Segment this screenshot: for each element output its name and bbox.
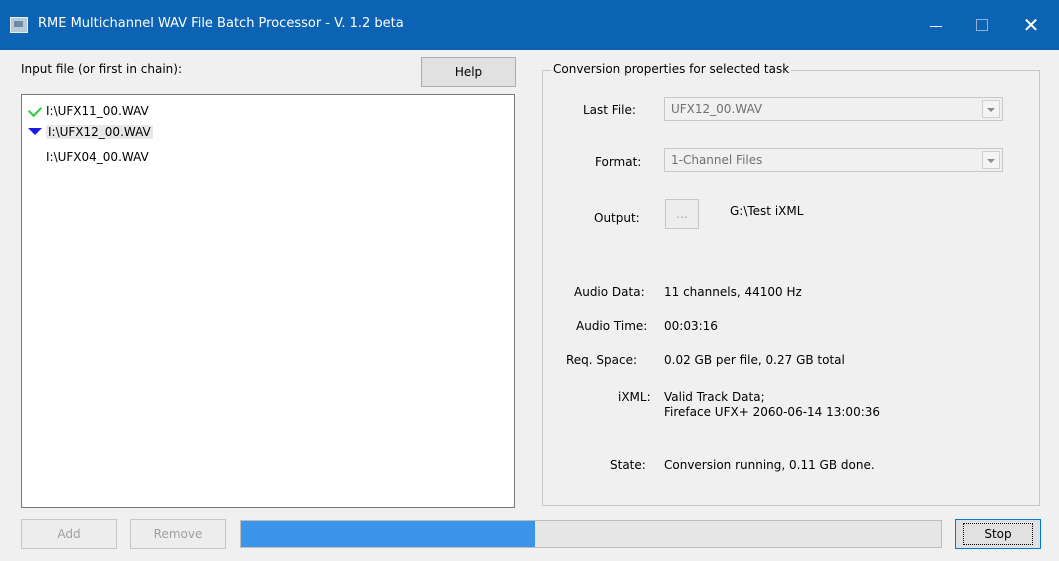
stop-button[interactable]: Stop [955,519,1041,549]
audio-time-value: 00:03:16 [664,319,718,333]
chevron-down-icon[interactable] [982,100,1000,118]
output-label: Output: [594,211,640,225]
ixml-value-line2: Fireface UFX+ 2060-06-14 13:00:36 [664,405,881,419]
close-icon: ✕ [1022,13,1040,37]
output-browse-button[interactable]: ... [665,199,699,229]
remove-button[interactable]: Remove [130,519,226,549]
close-button[interactable]: ✕ [1008,0,1054,50]
title-bar: RME Multichannel WAV File Batch Processo… [0,0,1059,50]
format-value: 1-Channel Files [671,153,763,167]
file-name: I:\UFX04_00.WAV [46,150,149,164]
file-name: I:\UFX12_00.WAV [46,125,153,139]
add-button[interactable]: Add [21,519,117,549]
minimize-button[interactable] [913,0,959,50]
format-label: Format: [595,155,642,169]
audio-time-label: Audio Time: [576,319,648,333]
state-value: Conversion running, 0.11 GB done. [664,458,875,472]
req-space-label: Req. Space: [566,353,638,367]
minimize-icon [930,25,942,27]
input-file-label: Input file (or first in chain): [21,62,182,76]
blue-chevron-icon [22,123,46,141]
output-path: G:\Test iXML [730,204,804,218]
audio-data-value: 11 channels, 44100 Hz [664,285,802,299]
last-file-label: Last File: [583,103,636,117]
chevron-down-icon[interactable] [982,151,1000,169]
list-item[interactable]: I:\UFX04_00.WAV [22,148,149,166]
green-check-icon [22,102,46,120]
last-file-value: UFX12_00.WAV [671,102,763,116]
req-space-value: 0.02 GB per file, 0.27 GB total [664,353,845,367]
input-file-list[interactable]: I:\UFX11_00.WAV I:\UFX12_00.WAV I:\UFX04… [21,94,515,508]
list-item-selected[interactable]: I:\UFX12_00.WAV [22,123,153,141]
blank-icon [22,148,46,166]
maximize-button[interactable] [959,0,1005,50]
list-item[interactable]: I:\UFX11_00.WAV [22,102,149,120]
audio-data-label: Audio Data: [574,285,645,299]
format-combo[interactable]: 1-Channel Files [664,148,1003,172]
state-label: State: [610,458,646,472]
file-name: I:\UFX11_00.WAV [46,104,149,118]
help-button[interactable]: Help [421,57,516,87]
stop-label: Stop [963,523,1033,545]
app-icon [10,17,28,33]
ixml-label: iXML: [618,390,651,404]
conversion-progress-bar [240,520,942,548]
last-file-combo[interactable]: UFX12_00.WAV [664,97,1003,121]
progress-fill [241,521,535,547]
window-title: RME Multichannel WAV File Batch Processo… [38,16,404,31]
ixml-value-line1: Valid Track Data; [664,390,765,404]
group-title: Conversion properties for selected task [551,62,792,76]
maximize-icon [976,19,988,31]
